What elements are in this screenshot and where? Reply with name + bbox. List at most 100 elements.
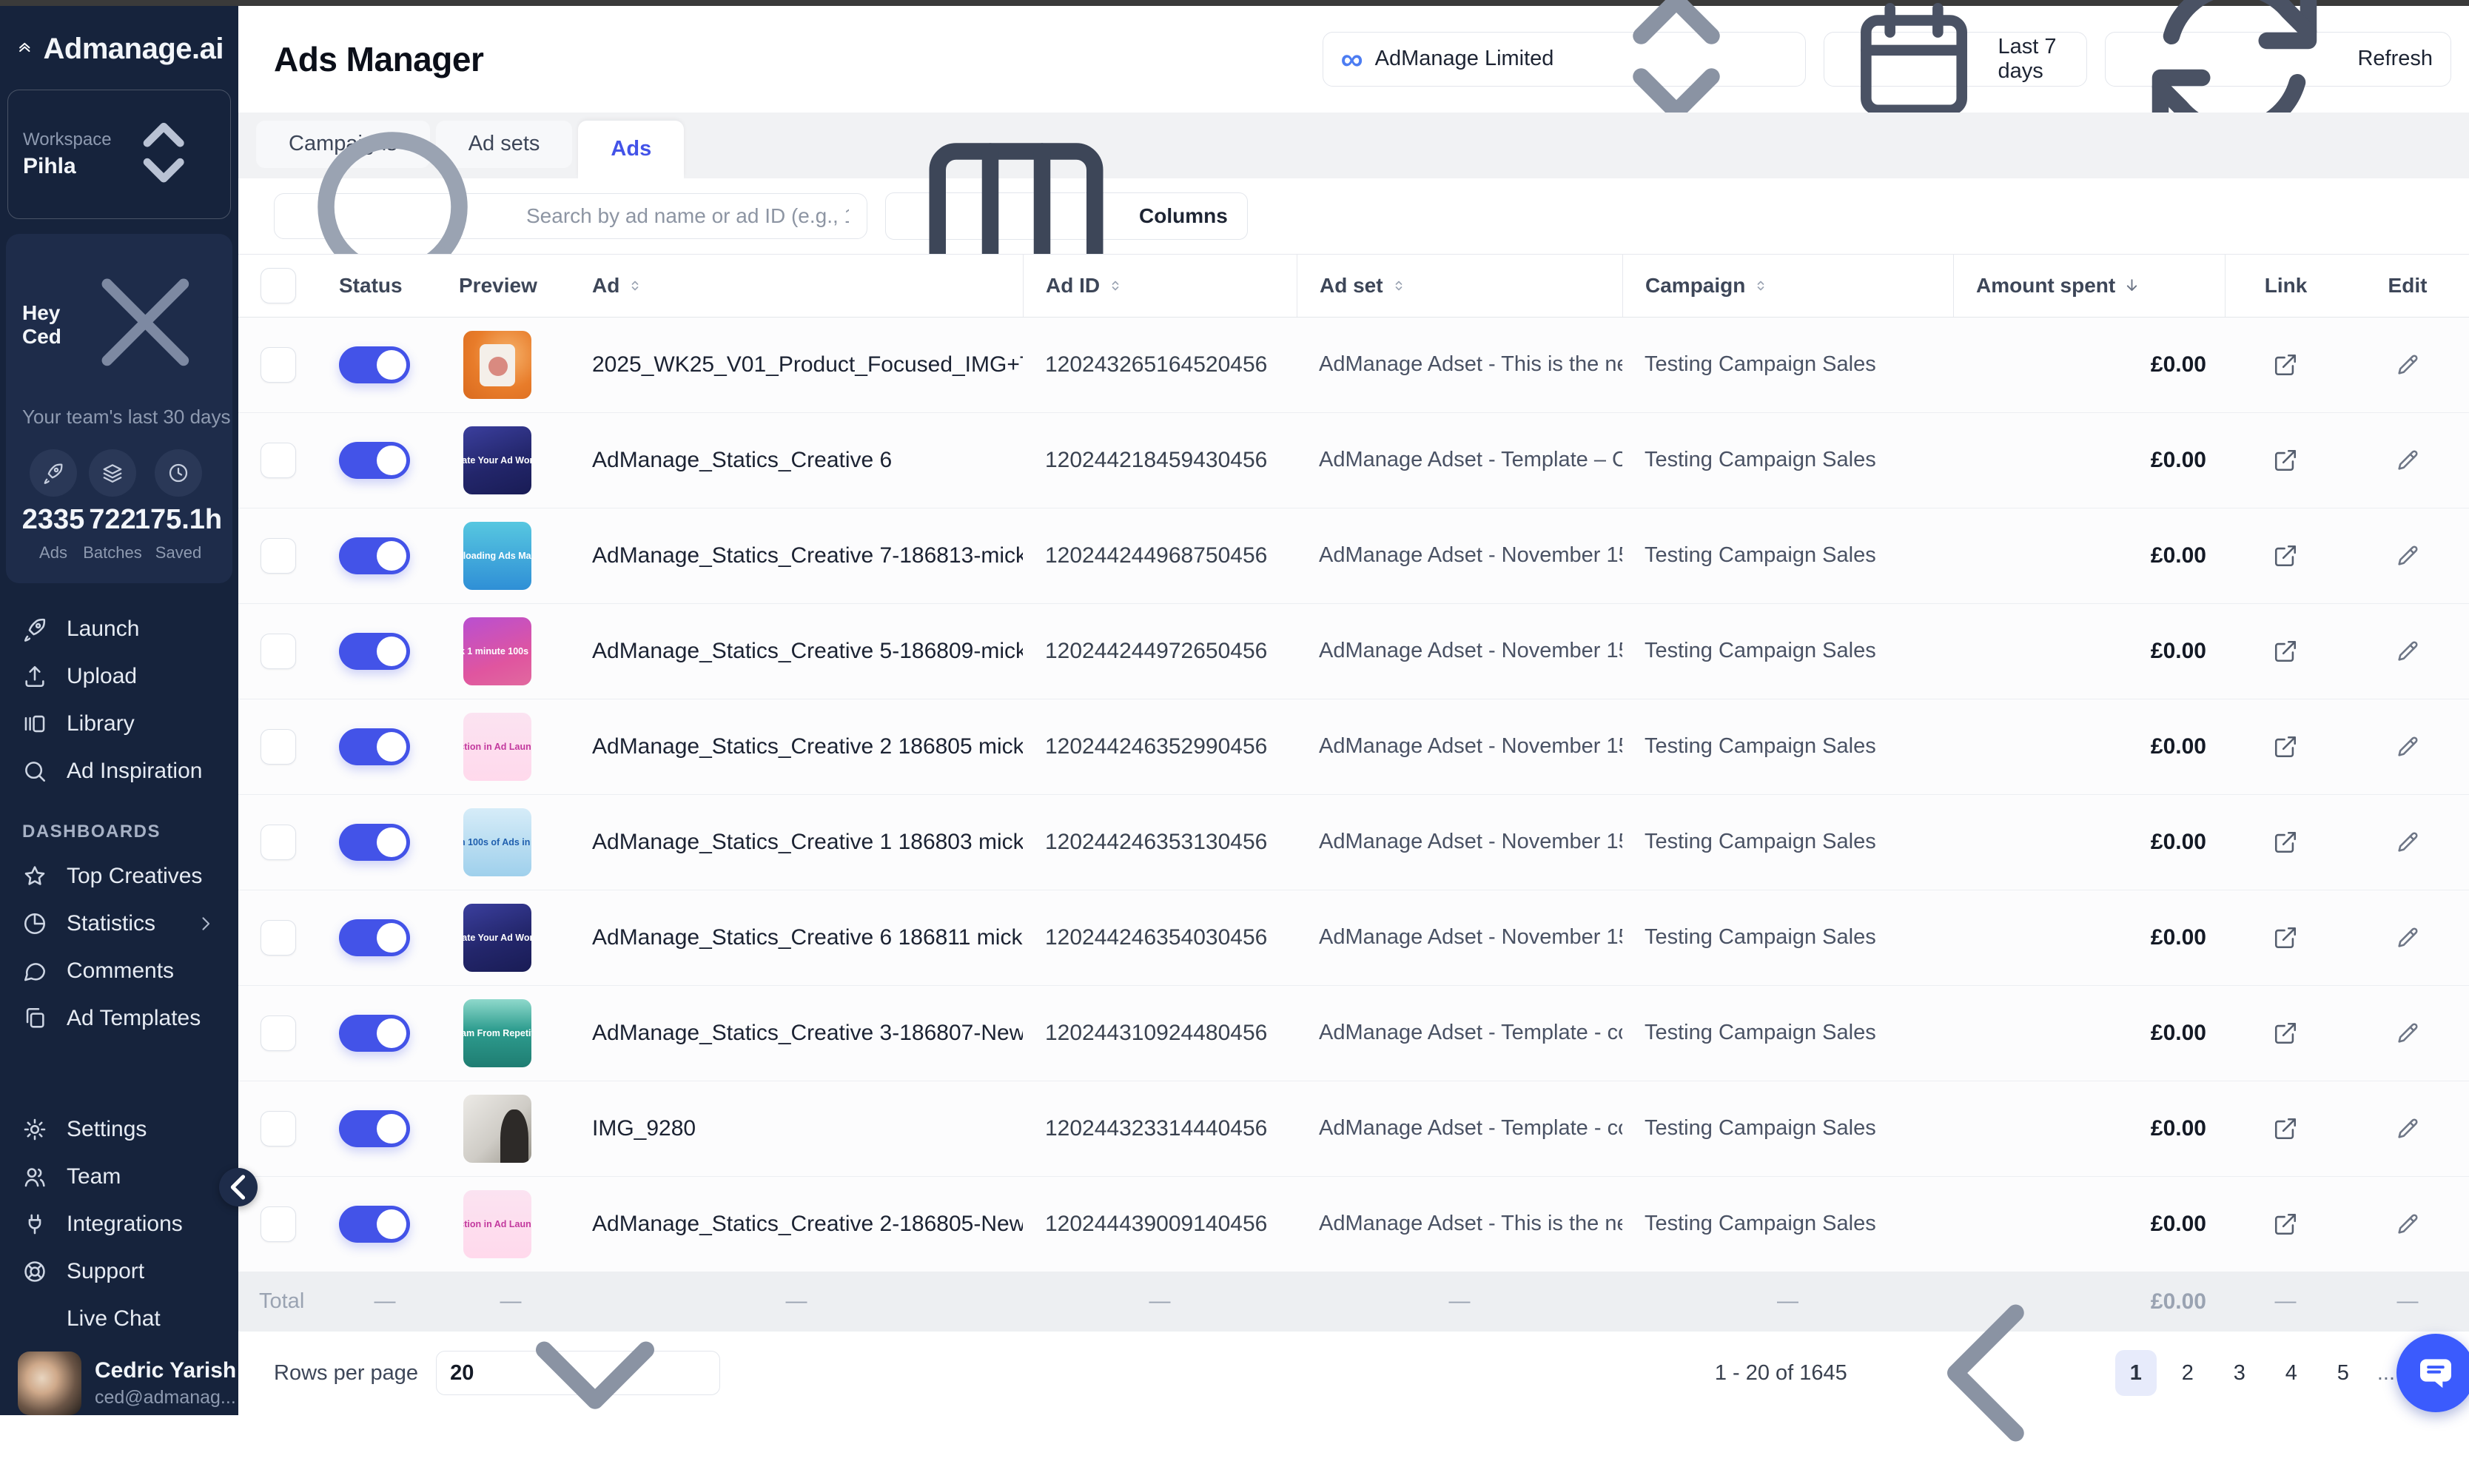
external-link-icon[interactable]: [2273, 1116, 2298, 1141]
refresh-label: Refresh: [2357, 47, 2433, 71]
pagination-prev-button[interactable]: [1871, 1262, 2105, 1484]
external-link-icon[interactable]: [2273, 925, 2298, 950]
external-link-icon[interactable]: [2273, 830, 2298, 855]
sidebar-item-ad-inspiration[interactable]: Ad Inspiration: [0, 748, 238, 795]
pencil-icon[interactable]: [2395, 543, 2420, 568]
row-checkbox[interactable]: [261, 634, 296, 669]
external-link-icon[interactable]: [2273, 1212, 2298, 1237]
sidebar-item-statistics[interactable]: Statistics: [0, 900, 238, 947]
pagination-page-2[interactable]: 2: [2167, 1350, 2208, 1396]
pagination-page-5[interactable]: 5: [2322, 1350, 2364, 1396]
pencil-icon[interactable]: [2395, 639, 2420, 664]
status-toggle[interactable]: [339, 442, 410, 479]
sidebar-item-ad-templates[interactable]: Ad Templates: [0, 995, 238, 1042]
ad-preview-thumbnail[interactable]: Still Uploading Ads Manually?: [463, 522, 531, 590]
ad-name: AdManage_Statics_Creative 5-186809-micka…: [592, 639, 1023, 664]
table-body: 2025_WK25_V01_Product_Focused_IMG+TEXT_(…: [238, 318, 2469, 1272]
campaign-name: Testing Campaign Sales: [1645, 352, 1876, 377]
status-toggle[interactable]: [339, 537, 410, 574]
sidebar-item-comments[interactable]: Comments: [0, 947, 238, 995]
pagination-page-4[interactable]: 4: [2271, 1350, 2312, 1396]
status-toggle[interactable]: [339, 1110, 410, 1147]
live-chat-fab[interactable]: [2396, 1334, 2469, 1412]
sidebar-item-library[interactable]: Library: [0, 700, 238, 748]
external-link-icon[interactable]: [2273, 352, 2298, 377]
plug-icon: [22, 1212, 47, 1237]
column-header-campaign[interactable]: Campaign: [1622, 255, 1953, 317]
row-checkbox[interactable]: [261, 920, 296, 956]
external-link-icon[interactable]: [2273, 639, 2298, 664]
row-checkbox[interactable]: [261, 1111, 296, 1146]
pencil-icon[interactable]: [2395, 734, 2420, 759]
sidebar-item-live-chat[interactable]: Live Chat: [0, 1295, 238, 1343]
row-checkbox[interactable]: [261, 1206, 296, 1242]
row-checkbox[interactable]: [261, 1015, 296, 1051]
status-toggle[interactable]: [339, 824, 410, 861]
close-icon[interactable]: [75, 252, 216, 398]
external-link-icon[interactable]: [2273, 543, 2298, 568]
workspace-selector[interactable]: Workspace Pihla: [7, 90, 231, 219]
column-header-ad-id[interactable]: Ad ID: [1023, 255, 1297, 317]
row-checkbox[interactable]: [261, 347, 296, 383]
pencil-icon[interactable]: [2395, 1116, 2420, 1141]
external-link-icon[interactable]: [2273, 1021, 2298, 1046]
refresh-button[interactable]: Refresh: [2105, 32, 2451, 87]
pagination-page-1[interactable]: 1: [2115, 1350, 2157, 1396]
ad-preview-thumbnail[interactable]: Automate Your Ad Workflows: [463, 904, 531, 972]
tab-ads[interactable]: Ads: [578, 121, 684, 178]
row-checkbox[interactable]: [261, 443, 296, 478]
status-toggle[interactable]: [339, 728, 410, 765]
date-range-label: Last 7 days: [1998, 35, 2069, 84]
sidebar-item-top-creatives[interactable]: Top Creatives: [0, 853, 238, 900]
pencil-icon[interactable]: [2395, 1021, 2420, 1046]
clock-icon: [155, 449, 202, 497]
row-checkbox[interactable]: [261, 825, 296, 860]
date-range-picker[interactable]: Last 7 days: [1824, 32, 2087, 87]
user-menu[interactable]: Cedric Yarish ced@admanag...: [0, 1343, 238, 1415]
row-checkbox[interactable]: [261, 538, 296, 574]
ad-preview-thumbnail[interactable]: [463, 331, 531, 399]
pencil-icon[interactable]: [2395, 352, 2420, 377]
column-header-ad-set[interactable]: Ad set: [1297, 255, 1622, 317]
ad-set-name: AdManage Adset - Template – Copy: [1319, 448, 1622, 472]
ad-preview-thumbnail[interactable]: [463, 1095, 531, 1163]
sidebar-collapse-button[interactable]: [219, 1168, 258, 1206]
pencil-icon[interactable]: [2395, 925, 2420, 950]
ad-set-name: AdManage Adset - November 15th -: [1319, 830, 1622, 854]
sidebar-item-upload[interactable]: Upload: [0, 653, 238, 700]
status-toggle[interactable]: [339, 346, 410, 383]
ad-preview-thumbnail[interactable]: 1 click 1 minute 100s of ads: [463, 617, 531, 685]
status-toggle[interactable]: [339, 1206, 410, 1243]
campaign-name: Testing Campaign Sales: [1645, 830, 1876, 854]
select-all-checkbox[interactable]: [261, 268, 296, 303]
pencil-icon[interactable]: [2395, 1212, 2420, 1237]
rows-per-page-select[interactable]: 20: [436, 1351, 720, 1395]
columns-button[interactable]: Columns: [885, 192, 1248, 240]
sidebar-item-settings[interactable]: Settings: [0, 1106, 238, 1153]
ad-preview-thumbnail[interactable]: 90% Reduction in Ad Launching Time: [463, 1190, 531, 1258]
sidebar-item-team[interactable]: Team: [0, 1153, 238, 1201]
sort-desc-arrow-icon: [2123, 276, 2141, 295]
external-link-icon[interactable]: [2273, 734, 2298, 759]
search-input[interactable]: [525, 204, 850, 229]
sidebar-item-support[interactable]: Support: [0, 1248, 238, 1295]
campaign-name: Testing Campaign Sales: [1645, 1021, 1876, 1045]
status-toggle[interactable]: [339, 633, 410, 670]
row-checkbox[interactable]: [261, 729, 296, 765]
status-toggle[interactable]: [339, 919, 410, 956]
ad-preview-thumbnail[interactable]: Launch 100s of Ads in <1min.: [463, 808, 531, 876]
status-toggle[interactable]: [339, 1015, 410, 1052]
ad-preview-thumbnail[interactable]: Free Your Team From Repetitive Uploads.: [463, 999, 531, 1067]
pencil-icon[interactable]: [2395, 448, 2420, 473]
ad-account-selector[interactable]: ∞ AdManage Limited: [1323, 32, 1807, 87]
pagination-page-3[interactable]: 3: [2219, 1350, 2260, 1396]
sidebar-item-launch[interactable]: Launch: [0, 605, 238, 653]
external-link-icon[interactable]: [2273, 448, 2298, 473]
column-header-ad[interactable]: Ad: [570, 255, 1023, 317]
app-logo[interactable]: Admanage.ai: [0, 6, 238, 84]
column-header-amount-spent[interactable]: Amount spent: [1953, 255, 2225, 317]
ad-preview-thumbnail[interactable]: Automate Your Ad Workflows: [463, 426, 531, 494]
ad-preview-thumbnail[interactable]: 90% Reduction in Ad Launching Time: [463, 713, 531, 781]
sidebar-item-integrations[interactable]: Integrations: [0, 1201, 238, 1248]
pencil-icon[interactable]: [2395, 830, 2420, 855]
